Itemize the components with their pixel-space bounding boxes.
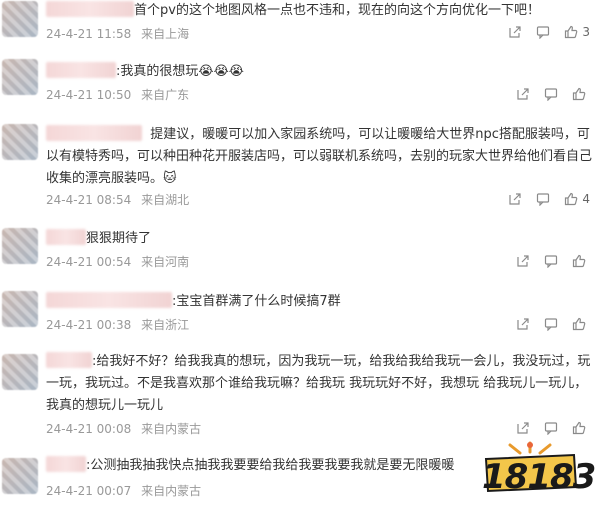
comment-icon[interactable] [536,25,550,39]
comment-meta: 24-4-21 00:07 来自内蒙古 [46,483,207,499]
comment-actions: 3 [508,25,590,39]
avatar[interactable] [2,124,38,160]
share-icon[interactable] [516,87,530,101]
comment-location: 来自上海 [141,27,190,41]
comment-item: 首个pv的这个地图风格一点也不违和，现在的向这个方向优化一下吧！ 24-4-21… [0,0,600,44]
thumbs-up-icon [572,87,586,101]
comment-actions [516,87,590,101]
comment-meta: 24-4-21 00:08 来自内蒙古 [46,421,207,437]
comment-list: 首个pv的这个地图风格一点也不违和，现在的向这个方向优化一下吧！ 24-4-21… [0,0,600,507]
comment-text: 首个pv的这个地图风格一点也不违和，现在的向这个方向优化一下吧！ [134,3,540,18]
like-button[interactable] [572,317,590,331]
comment-date: 24-4-21 00:07 [46,484,132,498]
comment-text: :给我好不好？给我我真的想玩，因为我玩一玩，给我给我给我玩一会儿，我没玩过，玩一… [46,354,591,413]
comment-text: :宝宝首群满了什么时候搞7群 [172,294,341,309]
comment-date: 24-4-21 08:54 [46,193,132,207]
avatar[interactable] [2,458,38,494]
comment-body: :给我好不好？给我我真的想玩，因为我玩一玩，给我给我给我玩一会儿，我没玩过，玩一… [46,351,594,417]
comment-text: :公测抽我抽我快点抽我我要要给我给我要我要我就是要无限暖暖 [86,458,455,473]
username-blurred[interactable] [46,62,116,78]
thumbs-up-icon [564,192,578,206]
share-icon[interactable] [508,25,522,39]
avatar[interactable] [2,228,38,264]
comment-meta: 24-4-21 11:58 来自上海 [46,26,195,42]
comment-icon[interactable] [536,192,550,206]
site-watermark-logo: 18183 [476,441,596,499]
comment-location: 来自河南 [141,255,190,269]
thumbs-up-icon [564,25,578,39]
like-count: 4 [582,192,590,206]
comment-body: 提建议，暖暖可以加入家园系统吗，可以让暖暖给大世界npc搭配服装吗，可以有模特秀… [46,124,594,190]
comment-icon[interactable] [544,87,558,101]
comment-location: 来自广东 [141,88,190,102]
share-icon[interactable] [516,254,530,268]
comment-actions [516,421,590,435]
thumbs-up-icon [572,254,586,268]
watermark-text: 18183 [482,457,596,497]
comment-date: 24-4-21 00:08 [46,422,132,436]
comment-text: 狠狠期待了 [86,231,152,246]
like-button[interactable]: 4 [564,192,590,206]
comment-body: 首个pv的这个地图风格一点也不违和，现在的向这个方向优化一下吧！ [46,0,594,22]
comment-location: 来自内蒙古 [141,484,202,498]
comment-location: 来自浙江 [141,318,190,332]
comment-body: :宝宝首群满了什么时候搞7群 [46,291,594,313]
like-button[interactable]: 3 [564,25,590,39]
like-button[interactable] [572,87,590,101]
username-blurred[interactable] [46,292,172,308]
share-icon[interactable] [508,192,522,206]
avatar[interactable] [2,59,38,95]
username-blurred[interactable] [46,1,134,17]
like-button[interactable] [572,254,590,268]
comment-item: :给我好不好？给我我真的想玩，因为我玩一玩，给我给我给我玩一会儿，我没玩过，玩一… [0,351,600,441]
username-blurred[interactable] [46,125,142,141]
comment-date: 24-4-21 10:50 [46,88,132,102]
comment-icon[interactable] [544,254,558,268]
comment-meta: 24-4-21 00:54 来自河南 [46,254,195,270]
comment-actions [516,254,590,268]
comment-icon[interactable] [544,421,558,435]
comment-text: :我真的很想玩 [116,64,199,79]
avatar[interactable] [2,1,38,37]
share-icon[interactable] [516,421,530,435]
comment-body: :公测抽我抽我快点抽我我要要给我给我要我要我就是要无限暖暖 [46,455,480,477]
comment-date: 24-4-21 11:58 [46,27,132,41]
comment-location: 来自内蒙古 [141,422,202,436]
comment-date: 24-4-21 00:38 [46,318,132,332]
comment-body: :我真的很想玩😭😭😭 [46,61,594,83]
username-blurred[interactable] [46,456,86,472]
comment-location: 来自湖北 [141,193,190,207]
like-count: 3 [582,25,590,39]
comment-body: 狠狠期待了 [46,228,594,250]
cat-emoji: 🐱 [163,171,177,186]
comment-actions [516,317,590,331]
username-blurred[interactable] [46,229,86,245]
avatar[interactable] [2,291,38,327]
comment-date: 24-4-21 00:54 [46,255,132,269]
comment-meta: 24-4-21 00:38 来自浙江 [46,317,195,333]
share-icon[interactable] [516,317,530,331]
thumbs-up-icon [572,421,586,435]
comment-item: :我真的很想玩😭😭😭 24-4-21 10:50 来自广东 [0,59,600,105]
thumbs-up-icon [572,317,586,331]
like-button[interactable] [572,421,590,435]
comment-item: 狠狠期待了 24-4-21 00:54 来自河南 [0,226,600,272]
crying-emoji: 😭😭😭 [198,64,244,79]
comment-meta: 24-4-21 10:50 来自广东 [46,87,195,103]
username-blurred[interactable] [46,352,92,368]
comment-item: :宝宝首群满了什么时候搞7群 24-4-21 00:38 来自浙江 [0,289,600,335]
avatar[interactable] [2,354,38,390]
comment-meta: 24-4-21 08:54 来自湖北 [46,192,195,208]
comment-item: 提建议，暖暖可以加入家园系统吗，可以让暖暖给大世界npc搭配服装吗，可以有模特秀… [0,122,600,210]
comment-actions: 4 [508,192,590,206]
comment-icon[interactable] [544,317,558,331]
